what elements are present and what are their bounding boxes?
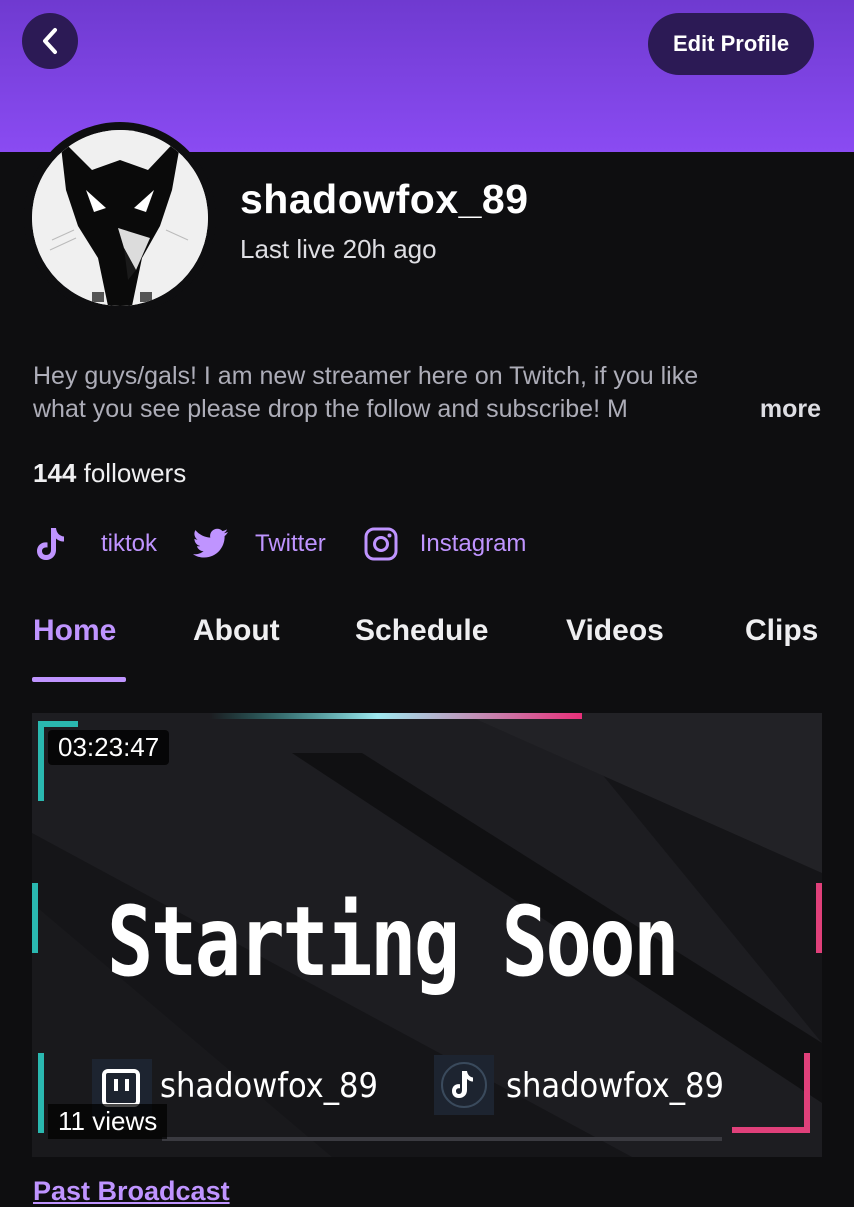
bio-line-1: Hey guys/gals! I am new streamer here on… xyxy=(33,362,699,390)
thumbnail-title: Starting Soon xyxy=(107,886,677,998)
social-link-tiktok[interactable]: tiktok xyxy=(33,525,157,563)
channel-tabs: Home About Schedule Videos Clips xyxy=(0,614,854,684)
svg-text:shadowfox_89: shadowfox_89 xyxy=(506,1066,724,1106)
bio-more-link[interactable]: more xyxy=(745,393,821,426)
instagram-icon xyxy=(364,527,398,561)
edit-profile-button[interactable]: Edit Profile xyxy=(648,13,814,75)
bio-line-2: what you see please drop the follow and … xyxy=(33,393,821,426)
tab-schedule[interactable]: Schedule xyxy=(355,614,488,648)
avatar xyxy=(24,122,216,314)
social-link-twitter[interactable]: Twitter xyxy=(193,528,326,560)
followers-number: 144 xyxy=(33,458,77,488)
social-label-twitter: Twitter xyxy=(255,530,326,557)
tiktok-icon xyxy=(37,528,64,560)
followers-label: followers xyxy=(83,458,187,488)
active-tab-indicator xyxy=(32,677,126,682)
social-links: tiktok Twitter Instagram xyxy=(33,522,526,566)
tab-about[interactable]: About xyxy=(193,614,280,648)
video-duration-badge: 03:23:47 xyxy=(48,730,170,765)
tab-clips[interactable]: Clips xyxy=(745,614,818,648)
channel-bio: Hey guys/gals! I am new streamer here on… xyxy=(33,360,821,426)
followers-count: 144 followers xyxy=(33,458,186,489)
tab-videos[interactable]: Videos xyxy=(566,614,664,648)
last-live-status: Last live 20h ago xyxy=(240,234,437,264)
social-label-instagram: Instagram xyxy=(419,530,527,557)
fox-avatar-image xyxy=(32,130,208,306)
video-views-badge: 11 views xyxy=(48,1104,168,1139)
social-link-instagram[interactable]: Instagram xyxy=(364,527,527,561)
section-title-past-broadcast[interactable]: Past Broadcast xyxy=(33,1176,230,1207)
video-thumbnail[interactable]: Starting Soon shadowfox_89 shadowfox_89 xyxy=(32,713,822,1157)
chevron-left-icon xyxy=(43,28,57,54)
svg-text:shadowfox_89: shadowfox_89 xyxy=(160,1066,378,1106)
social-label-tiktok: tiktok xyxy=(101,530,158,557)
bio-line-2-text: what you see please drop the follow and … xyxy=(33,395,628,423)
back-button[interactable] xyxy=(22,13,78,69)
thumbnail-artwork: Starting Soon shadowfox_89 shadowfox_89 xyxy=(32,713,822,1157)
tab-home[interactable]: Home xyxy=(33,614,116,648)
twitter-icon xyxy=(193,528,229,558)
channel-username: shadowfox_89 xyxy=(240,176,529,222)
